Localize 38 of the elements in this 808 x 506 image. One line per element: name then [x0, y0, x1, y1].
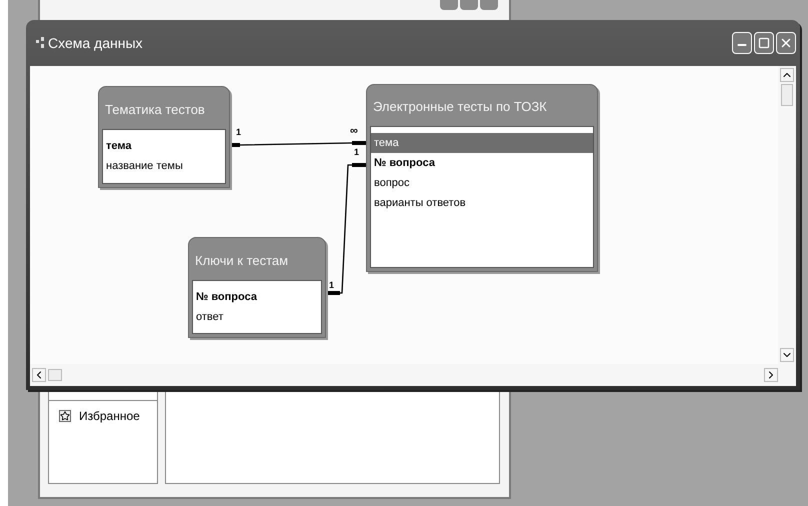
- scroll-up-icon[interactable]: [780, 68, 794, 82]
- maximize-icon[interactable]: [758, 37, 770, 49]
- horizontal-scrollbar[interactable]: [30, 364, 796, 386]
- field-row[interactable]: ответ: [193, 307, 321, 327]
- window-control-icon[interactable]: [440, 0, 458, 10]
- close-icon[interactable]: [779, 36, 793, 50]
- table-card[interactable]: Ключи к тестам № вопроса ответ: [188, 237, 326, 338]
- table-card[interactable]: Тематика тестов тема название темы: [98, 86, 230, 188]
- schema-icon: [36, 37, 44, 49]
- close-button[interactable]: [776, 32, 796, 54]
- table-title: Электронные тесты по ТОЗК: [373, 98, 547, 116]
- table-title: Ключи к тестам: [195, 252, 288, 270]
- scroll-thumb[interactable]: [48, 369, 62, 381]
- scroll-right-icon[interactable]: [764, 368, 778, 382]
- table-card[interactable]: Электронные тесты по ТОЗК тема № вопроса вопрос варианты ответов: [366, 84, 598, 272]
- scroll-down-icon[interactable]: [780, 348, 794, 362]
- scroll-left-icon[interactable]: [32, 368, 46, 382]
- scroll-thumb[interactable]: [781, 84, 793, 106]
- relation-label: ∞: [350, 124, 358, 139]
- relation-label: 1: [329, 279, 334, 292]
- field-row[interactable]: вопрос: [371, 173, 593, 193]
- field-row[interactable]: варианты ответов: [371, 193, 593, 213]
- window-control-icon[interactable]: [480, 0, 498, 10]
- field-row[interactable]: название темы: [103, 156, 225, 176]
- minimize-button[interactable]: [732, 32, 752, 54]
- relation-label: 1: [236, 126, 242, 139]
- vertical-scrollbar[interactable]: [778, 66, 796, 364]
- window-control-icon[interactable]: [460, 0, 478, 10]
- table-title: Тематика тестов: [105, 100, 205, 119]
- field-row[interactable]: тема: [103, 136, 225, 156]
- relation-label: 1: [354, 146, 360, 159]
- group-item[interactable]: Избранное: [49, 401, 157, 431]
- field-row[interactable]: № вопроса: [193, 287, 321, 307]
- field-row[interactable]: тема: [371, 133, 593, 153]
- maximize-button[interactable]: [754, 32, 774, 54]
- favorites-icon: [59, 410, 71, 422]
- window-title: Схема данных: [48, 34, 143, 53]
- field-row[interactable]: № вопроса: [371, 153, 593, 173]
